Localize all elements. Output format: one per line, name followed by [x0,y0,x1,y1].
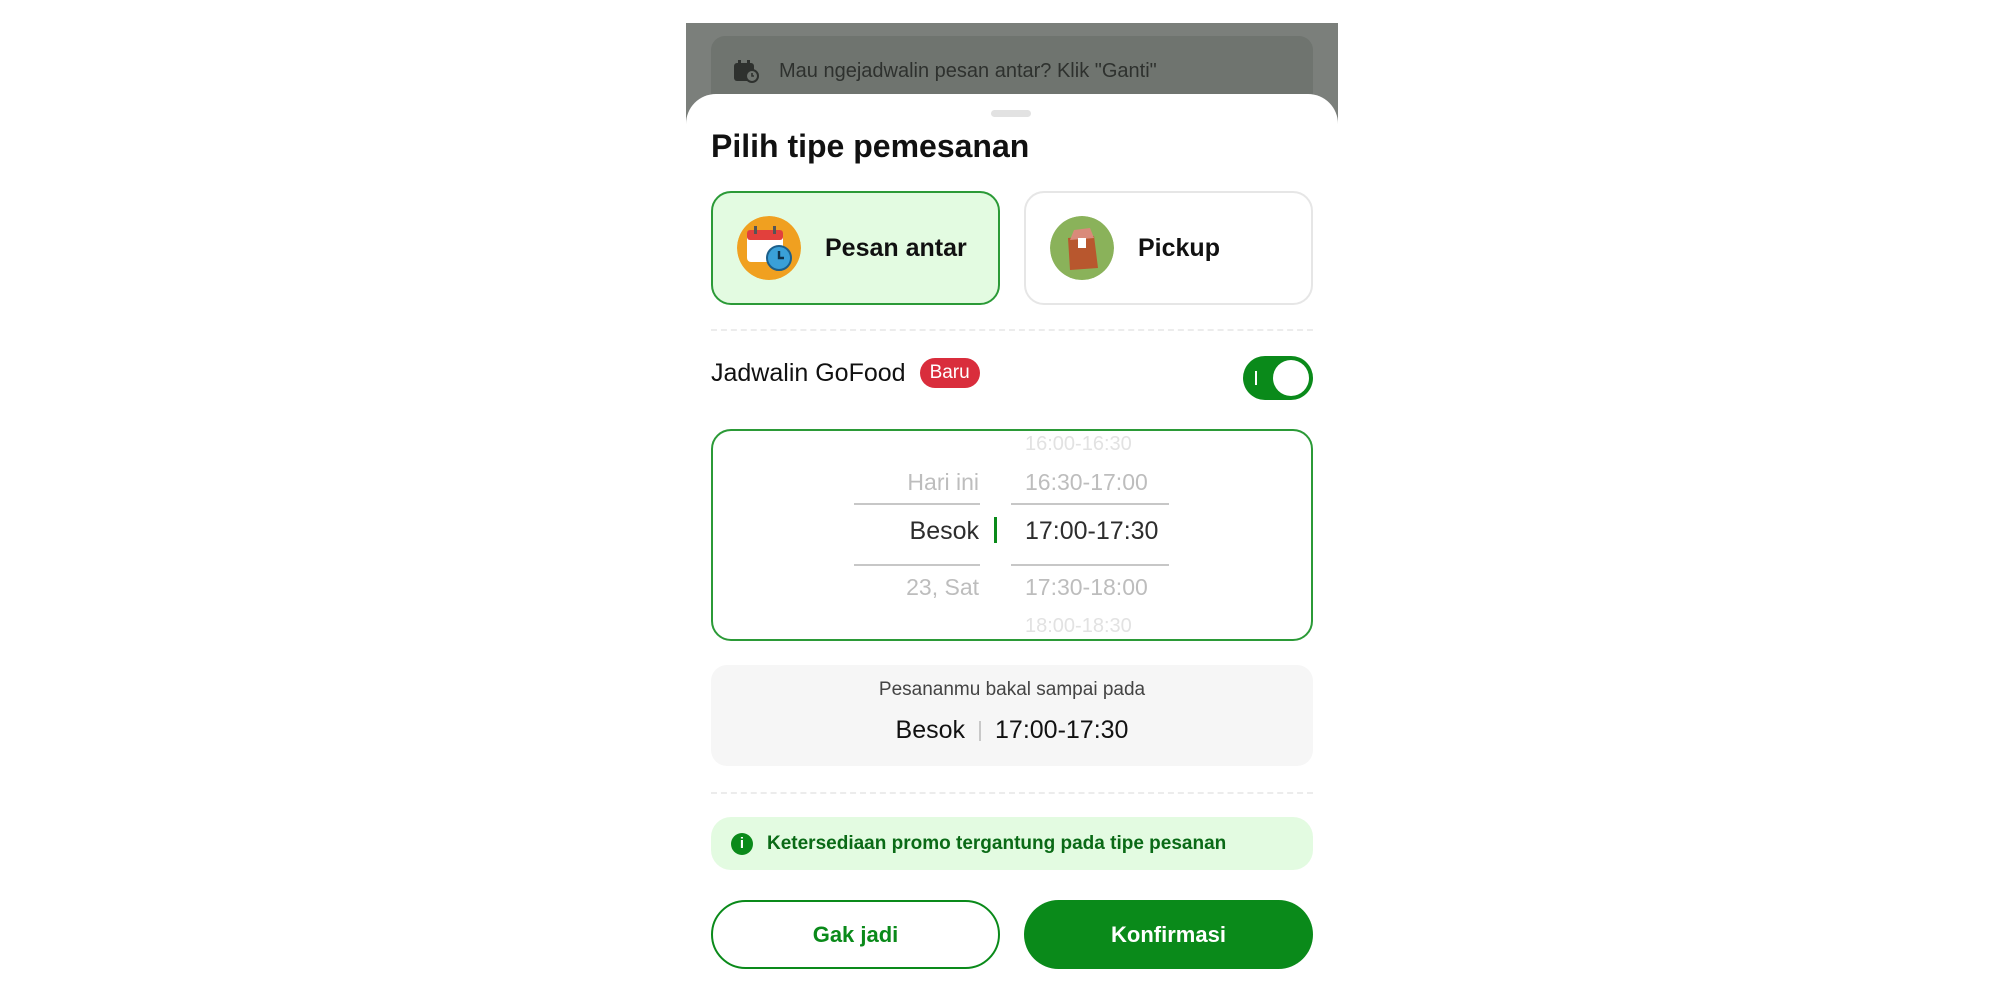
confirm-button[interactable]: Konfirmasi [1024,900,1313,969]
eta-caption: Pesananmu bakal sampai pada [878,679,1146,700]
picker-time-ghost-bottom: 18:00-18:30 [1025,615,1132,637]
picker-day-prev[interactable]: Hari ini [907,469,979,496]
promo-info-banner: i Ketersediaan promo tergantung pada tip… [711,817,1313,870]
picker-day-line-top [854,503,980,505]
schedule-picker[interactable]: 16:00-16:30 Hari ini 16:30-17:00 Besok 1… [711,429,1313,641]
option-delivery-label: Pesan antar [825,233,967,262]
picker-day-line-bottom [854,564,980,566]
picker-time-selected[interactable]: 17:00-17:30 [1025,517,1158,546]
app-screen: Mau ngejadwalin pesan antar? Klik "Ganti… [686,23,1338,1000]
info-icon: i [731,832,753,855]
picker-day-next[interactable]: 23, Sat [906,574,979,601]
promo-info-text: Ketersediaan promo tergantung pada tipe … [767,832,1227,854]
option-pickup[interactable]: Pickup [1024,191,1313,305]
picker-time-next[interactable]: 17:30-18:00 [1025,574,1148,601]
picker-cursor [994,517,997,543]
option-delivery[interactable]: Pesan antar [711,191,1000,305]
cancel-button[interactable]: Gak jadi [711,900,1000,969]
picker-time-line-top [1011,503,1169,505]
new-badge: Baru [919,358,980,388]
picker-time-line-bottom [1011,564,1169,566]
eta-value: Besok 17:00-17:30 [711,716,1313,745]
scheduled-delivery-icon [737,216,801,280]
schedule-toggle[interactable] [1243,356,1313,400]
order-type-sheet: Pilih tipe pemesanan Pesan antar Pickup [686,94,1338,1000]
toggle-on-mark [1255,371,1257,385]
schedule-row: Jadwalin GoFood Baru [711,358,980,388]
option-pickup-label: Pickup [1138,233,1220,262]
picker-time-prev[interactable]: 16:30-17:00 [1025,469,1148,496]
delivery-eta-box: Pesananmu bakal sampai pada Besok 17:00-… [711,665,1313,766]
eta-separator [979,720,982,741]
picker-time-ghost-top: 16:00-16:30 [1025,433,1132,455]
eta-day: Besok [895,716,966,744]
divider [711,792,1313,794]
picker-day-selected[interactable]: Besok [910,517,979,546]
eta-time: 17:00-17:30 [995,716,1129,744]
calendar-clock-icon [734,60,759,83]
sheet-drag-handle[interactable] [991,110,1031,117]
sheet-title: Pilih tipe pemesanan [711,128,1030,164]
toggle-knob [1273,360,1309,396]
divider [711,329,1313,331]
shopping-bag-icon [1050,216,1114,280]
schedule-hint-text: Mau ngejadwalin pesan antar? Klik "Ganti… [779,59,1157,82]
schedule-label: Jadwalin GoFood [711,358,906,387]
